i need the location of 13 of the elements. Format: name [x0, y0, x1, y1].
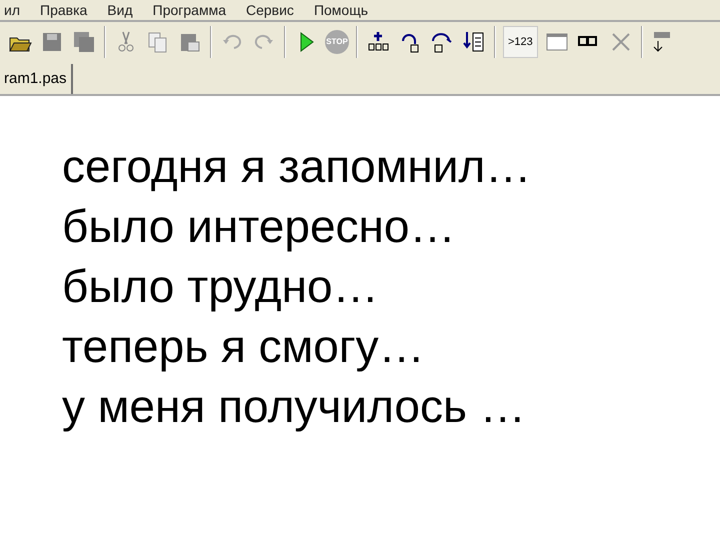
text-line: было трудно…: [62, 259, 380, 314]
menu-item[interactable]: Программа: [152, 0, 226, 20]
menu-item[interactable]: Сервис: [246, 0, 294, 20]
text-line: было интересно…: [62, 199, 457, 254]
text-line: сегодня я запомнил…: [62, 139, 532, 194]
menu-item[interactable]: Вид: [107, 0, 133, 20]
menu-item[interactable]: Помощь: [314, 0, 368, 20]
save-all-icon[interactable]: [71, 29, 97, 55]
menu-item[interactable]: ил: [4, 0, 20, 20]
text-line: у меня получилось …: [62, 379, 527, 434]
menu-item[interactable]: Правка: [40, 0, 88, 20]
output-window-button[interactable]: >123: [503, 26, 538, 58]
text-line: теперь я смогу…: [62, 319, 426, 374]
